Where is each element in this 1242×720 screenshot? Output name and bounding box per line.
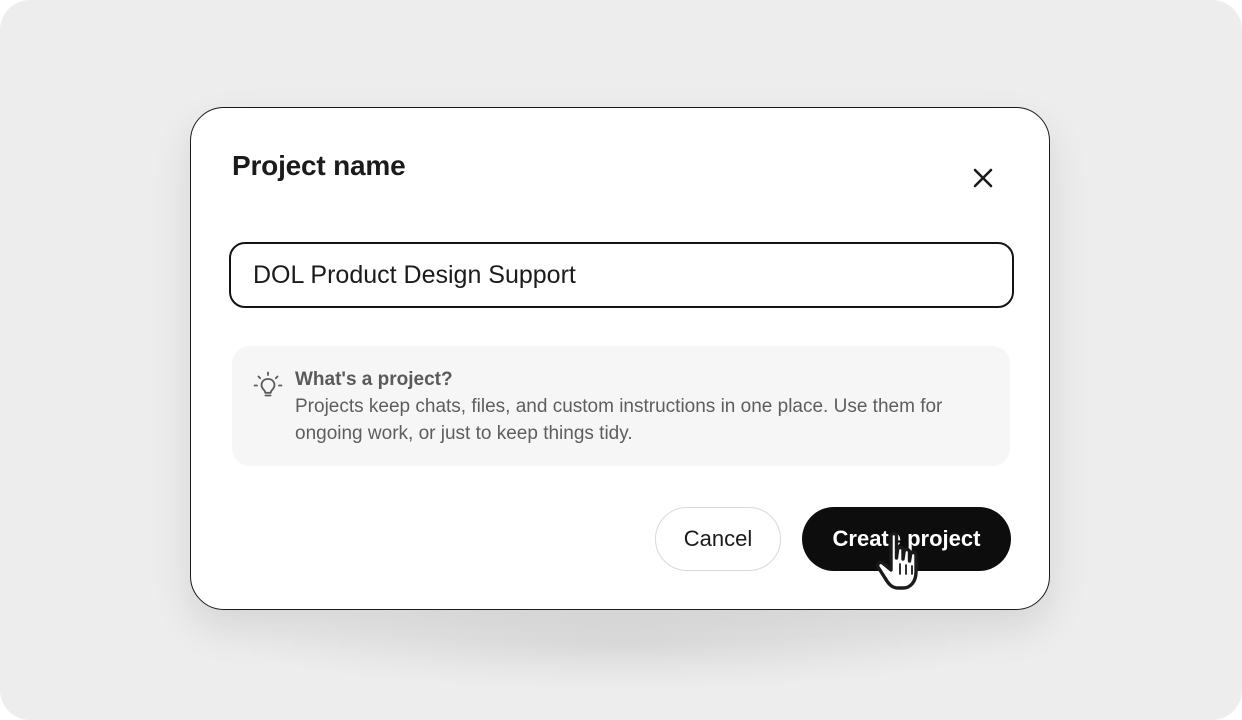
create-project-dialog: Project name What's a project? [190,107,1050,610]
project-info-box: What's a project? Projects keep chats, f… [232,346,1010,466]
project-name-input[interactable] [229,242,1014,308]
dialog-shadow [230,600,1010,690]
create-project-button[interactable]: Create project [802,507,1011,571]
close-button[interactable] [965,160,1001,196]
info-text: What's a project? Projects keep chats, f… [295,366,985,447]
lightbulb-icon [253,371,283,397]
info-heading: What's a project? [295,369,453,390]
backdrop: Project name What's a project? [0,0,1242,720]
info-body: Projects keep chats, files, and custom i… [295,396,943,444]
close-icon [973,168,993,188]
dialog-title: Project name [232,150,406,181]
cancel-button[interactable]: Cancel [655,507,781,571]
